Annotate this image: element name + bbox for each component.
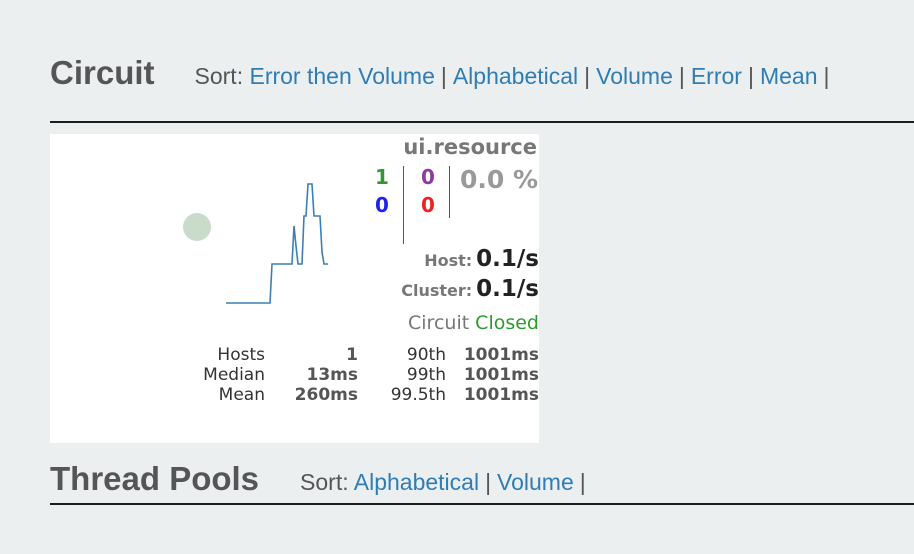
health-circle xyxy=(183,213,211,241)
sort-separator: | xyxy=(579,469,586,495)
sort-alphabetical-link[interactable]: Alphabetical xyxy=(453,63,578,89)
short-circuited-count: 0 xyxy=(421,165,435,189)
circuit-name: ui.resource xyxy=(403,135,537,159)
p995-value: 1001ms xyxy=(463,385,539,405)
failure-count: 0 xyxy=(421,193,435,217)
sort-volume-link[interactable]: Volume xyxy=(596,63,673,89)
sort-separator: | xyxy=(584,63,591,89)
p99-value: 1001ms xyxy=(463,365,539,385)
circuit-status-label: Circuit xyxy=(408,312,470,334)
circuit-card[interactable]: ui.resource 1 0 0 0 0.0 % Host: 0.1/s Cl… xyxy=(50,134,539,443)
circuit-sort-bar: Sort: Error then Volume | Alphabetical | Vol… xyxy=(195,63,836,90)
sort-separator: | xyxy=(440,63,447,89)
p995-label: 99.5th xyxy=(390,385,446,405)
tp-sort-volume-link[interactable]: Volume xyxy=(497,469,574,495)
counts-divider xyxy=(449,166,450,218)
sort-separator: | xyxy=(485,469,492,495)
p99-label: 99th xyxy=(406,365,446,385)
p90-label: 90th xyxy=(406,345,446,365)
host-rate-label: Host: xyxy=(424,251,473,270)
sort-separator: | xyxy=(747,63,754,89)
cluster-rate-label: Cluster: xyxy=(401,281,473,300)
sort-mean-link[interactable]: Mean xyxy=(760,63,818,89)
mean-value: 260ms xyxy=(294,385,358,405)
counts-divider xyxy=(403,166,404,244)
hosts-value: 1 xyxy=(346,345,358,365)
sort-error-link[interactable]: Error xyxy=(691,63,742,89)
cluster-rate-value: 0.1/s xyxy=(476,276,539,302)
thread-pools-header: Thread Pools Sort: Alphabetical | Volume | xyxy=(50,460,592,498)
tp-sort-alphabetical-link[interactable]: Alphabetical xyxy=(354,469,479,495)
circuit-title: Circuit xyxy=(50,54,155,91)
thread-pools-title: Thread Pools xyxy=(50,460,260,497)
circuit-header: Circuit Sort: Error then Volume | Alphabet… xyxy=(50,54,835,92)
median-value: 13ms xyxy=(306,365,359,385)
circuit-status-value: Closed xyxy=(475,312,539,334)
host-rate-value: 0.1/s xyxy=(476,246,539,272)
thread-pools-sort-label: Sort: xyxy=(300,469,349,495)
thread-pools-sort-bar: Sort: Alphabetical | Volume | xyxy=(300,469,592,496)
volume-sparkline xyxy=(226,183,328,304)
p90-value: 1001ms xyxy=(463,345,539,365)
median-label: Median xyxy=(203,365,265,385)
mean-label: Mean xyxy=(218,385,265,405)
hosts-label: Hosts xyxy=(217,345,265,365)
sort-separator: | xyxy=(678,63,685,89)
host-rate-row: Host: 0.1/s xyxy=(424,246,539,272)
circuit-divider xyxy=(50,121,914,123)
circuit-sort-label: Sort: xyxy=(194,63,244,89)
sort-error-then-volume-link[interactable]: Error then Volume xyxy=(249,63,434,89)
timeout-count: 0 xyxy=(375,193,389,217)
thread-pools-divider xyxy=(50,503,914,505)
error-percentage: 0.0 % xyxy=(460,165,539,194)
circuit-status-row: Circuit Closed xyxy=(408,312,539,334)
circuit-chart xyxy=(183,183,328,304)
cluster-rate-row: Cluster: 0.1/s xyxy=(401,276,539,302)
success-count: 1 xyxy=(375,165,389,189)
sort-separator: | xyxy=(823,63,830,89)
